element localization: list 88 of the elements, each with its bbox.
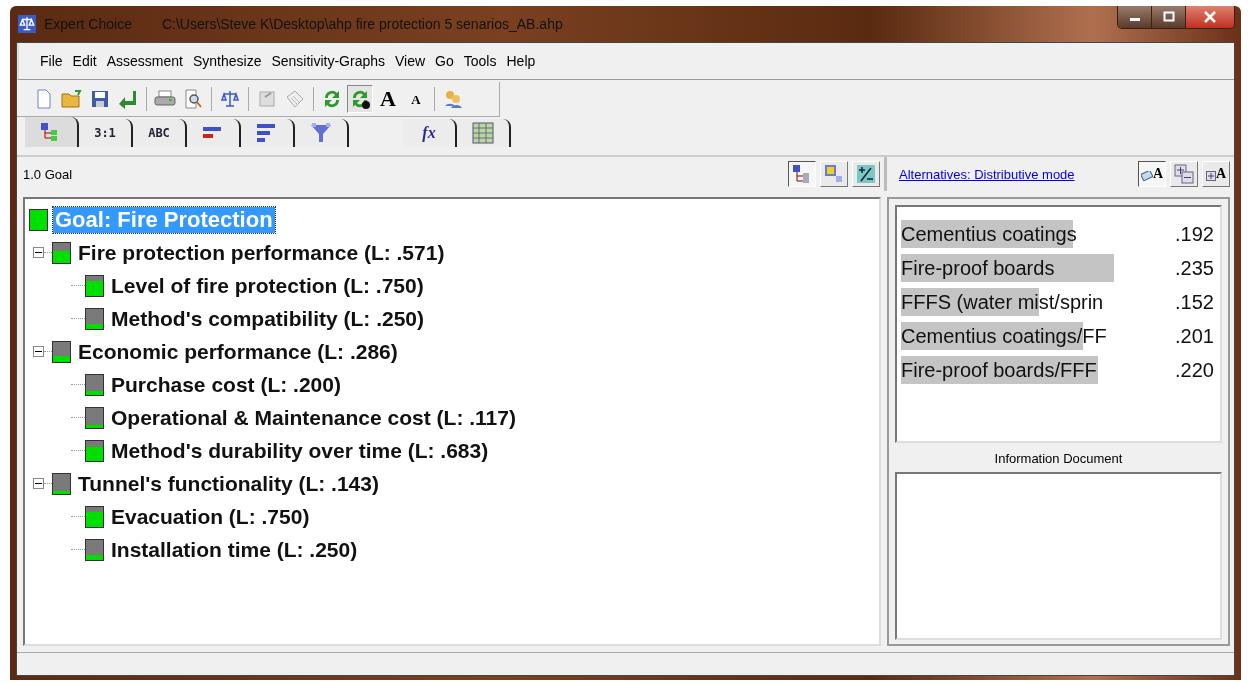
subcriterion-node[interactable]: Level of fire protection (L: .750) xyxy=(109,273,426,298)
menu-item[interactable]: File xyxy=(39,53,64,69)
criterion-node[interactable]: Tunnel's functionality (L: .143) xyxy=(76,471,381,496)
alternative-priority: .201 xyxy=(1175,324,1214,348)
scales-icon xyxy=(220,89,240,109)
mode-link[interactable]: Alternatives: Distributive mode xyxy=(899,166,1075,182)
alternative-name: Fire-proof boards xyxy=(901,256,1055,280)
priority-indicator xyxy=(85,406,104,429)
minimize-button[interactable] xyxy=(1118,6,1152,28)
priority-indicator xyxy=(52,340,71,363)
document-icon xyxy=(35,89,53,109)
alternative-name: FFFS (water mist/sprin xyxy=(901,290,1104,314)
collapse-toggle[interactable] xyxy=(33,247,44,258)
view-tab[interactable]: fx xyxy=(403,119,457,147)
folder-icon xyxy=(61,89,83,109)
scales-icon xyxy=(18,15,36,33)
priority-indicator xyxy=(85,307,104,330)
view-tab[interactable] xyxy=(241,119,295,147)
alternative-priority: .235 xyxy=(1175,256,1214,280)
view-tab[interactable]: ABC xyxy=(133,119,187,147)
view-button[interactable]: A xyxy=(1138,161,1166,187)
info-document-title: Information Document xyxy=(994,451,1123,466)
toolbar-button[interactable]: A xyxy=(403,85,429,113)
app-name: Expert Choice xyxy=(44,16,132,32)
return-arrow-icon xyxy=(118,89,138,109)
criterion-node[interactable]: Economic performance (L: .286) xyxy=(76,339,400,364)
people-icon xyxy=(443,89,463,109)
toolbar-button[interactable]: A xyxy=(375,85,401,113)
subcriterion-node[interactable]: Operational & Maintenance cost (L: .117) xyxy=(109,405,518,430)
priority-indicator xyxy=(85,439,104,462)
nodes-icon xyxy=(824,164,844,184)
collapse-toggle[interactable] xyxy=(33,346,44,357)
menu-item[interactable]: Edit xyxy=(71,53,98,69)
grid-icon xyxy=(472,122,494,144)
alternative-name: Cementius coatings xyxy=(901,222,1077,246)
plus-minus-icon xyxy=(856,164,876,184)
alternative-priority: .220 xyxy=(1175,358,1214,382)
printer-icon xyxy=(154,89,176,109)
node-path: 1.0 Goal xyxy=(23,166,73,182)
menu-item[interactable]: Assessment xyxy=(105,53,184,69)
maximize-button[interactable] xyxy=(1152,6,1186,28)
plus-icon xyxy=(1205,171,1216,181)
magnifier-page-icon xyxy=(183,89,203,109)
hierarchy-icon xyxy=(792,164,812,184)
alternative-name: Fire-proof boards/FFF xyxy=(901,358,1097,382)
toolbar-button[interactable] xyxy=(347,85,373,113)
view-tab[interactable] xyxy=(295,119,349,147)
menu-item[interactable]: Sensitivity-Graphs xyxy=(270,53,386,69)
info-document-field[interactable] xyxy=(895,472,1222,640)
priority-indicator xyxy=(52,472,71,495)
plus-minus-icon xyxy=(1174,164,1194,184)
view-tab[interactable] xyxy=(187,119,241,147)
menu-item[interactable]: Tools xyxy=(462,53,498,69)
alternative-priority: .192 xyxy=(1175,222,1214,246)
save-icon xyxy=(90,89,110,109)
priority-indicator xyxy=(85,538,104,561)
alternative-name: Cementius coatings/FF xyxy=(901,324,1107,348)
priority-indicator xyxy=(52,241,71,264)
collapse-toggle[interactable] xyxy=(33,478,44,489)
subcriterion-node[interactable]: Purchase cost (L: .200) xyxy=(109,372,343,397)
alternative-priority: .152 xyxy=(1175,290,1214,314)
view-tab[interactable] xyxy=(457,119,511,147)
view-tab[interactable]: 3:1 xyxy=(79,119,133,147)
menu-item[interactable]: View xyxy=(394,53,427,69)
window-title: C:\Users\Steve K\Desktop\ahp fire protection 5 senarios_AB.ahp xyxy=(161,16,563,32)
menu-item[interactable]: Help xyxy=(505,53,537,69)
priority-indicator xyxy=(85,274,104,297)
priority-indicator xyxy=(29,208,48,231)
subcriterion-node[interactable]: Evacuation (L: .750) xyxy=(109,504,312,529)
menu-item[interactable]: Go xyxy=(434,53,455,69)
card-icon xyxy=(1140,171,1153,181)
paper-icon xyxy=(285,89,305,109)
maximize-icon xyxy=(1161,11,1176,23)
subcriterion-node[interactable]: Installation time (L: .250) xyxy=(109,537,360,562)
menu-item[interactable]: Synthesize xyxy=(191,53,263,69)
bar-chart-icon xyxy=(256,123,278,143)
criterion-node[interactable]: Fire protection performance (L: .571) xyxy=(76,240,447,265)
close-icon xyxy=(1202,11,1218,23)
subcriterion-node[interactable]: Method's compatibility (L: .250) xyxy=(109,306,427,331)
subcriterion-node[interactable]: Method's durability over time (L: .683) xyxy=(109,438,491,463)
funnel-icon xyxy=(310,122,332,144)
view-button[interactable] xyxy=(788,161,816,187)
priority-indicator xyxy=(85,373,104,396)
priority-indicator xyxy=(85,505,104,528)
view-button[interactable]: A xyxy=(1202,161,1230,187)
view-tab[interactable] xyxy=(25,117,79,147)
document-icon xyxy=(257,89,277,109)
close-button[interactable] xyxy=(1186,6,1234,28)
